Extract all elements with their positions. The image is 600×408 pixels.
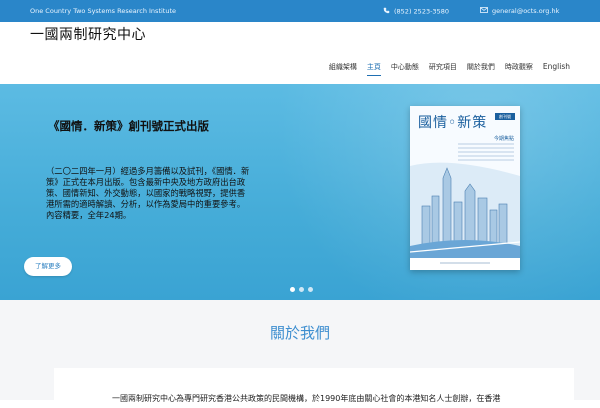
nav-item-research[interactable]: 研究項目 xyxy=(429,62,457,76)
org-english-name: One Country Two Systems Research Institu… xyxy=(30,7,177,15)
nav-item-organization[interactable]: 組織架構 xyxy=(329,62,357,76)
about-title: 關於我們 xyxy=(269,324,330,342)
about-section: 關於我們 一國兩制研究中心為專門研究香港公共政策的民間機構，於1990年底由關心… xyxy=(0,300,600,408)
phone-contact[interactable]: (852) 2523-3580 xyxy=(383,7,449,16)
phone-number: (852) 2523-3580 xyxy=(394,7,449,16)
cover-title: 國情◦新策 xyxy=(418,115,488,131)
hero-title: 《國情．新策》創刊號正式出版 xyxy=(48,119,209,133)
magazine-cover-image: 國情◦新策 創刊號 今期焦點 xyxy=(410,106,520,270)
about-card: 一國兩制研究中心為專門研究香港公共政策的民間機構，於1990年底由關心社會的本港… xyxy=(54,368,574,408)
slider-pagination xyxy=(290,287,313,292)
site-header: 一國兩制研究中心 組織架構 主頁 中心動態 研究項目 關於我們 時政觀察 Eng… xyxy=(0,22,600,84)
hero-slider: 《國情．新策》創刊號正式出版 （二〇二四年一月）經過多月籌備以及試刊，《國情．新… xyxy=(0,84,600,300)
phone-icon xyxy=(383,7,390,16)
slider-dot-1[interactable] xyxy=(290,287,295,292)
nav-item-english[interactable]: English xyxy=(543,62,570,76)
nav-item-news[interactable]: 中心動態 xyxy=(391,62,419,76)
slider-dot-2[interactable] xyxy=(299,287,304,292)
slider-dot-3[interactable] xyxy=(308,287,313,292)
top-info-bar: One Country Two Systems Research Institu… xyxy=(0,0,600,22)
about-text: 一國兩制研究中心為專門研究香港公共政策的民間機構，於1990年底由關心社會的本港… xyxy=(112,394,501,403)
email-address: general@octs.org.hk xyxy=(492,7,560,15)
site-logo[interactable]: 一國兩制研究中心 xyxy=(30,24,146,44)
learn-more-button[interactable]: 了解更多 xyxy=(24,257,72,276)
main-nav: 組織架構 主頁 中心動態 研究項目 關於我們 時政觀察 English xyxy=(329,62,570,76)
nav-item-home[interactable]: 主頁 xyxy=(366,62,381,76)
nav-item-about[interactable]: 關於我們 xyxy=(467,62,495,76)
mail-icon xyxy=(480,7,488,15)
email-contact[interactable]: general@octs.org.hk xyxy=(480,7,559,15)
nav-item-current-affairs[interactable]: 時政觀察 xyxy=(505,62,533,76)
hero-description: （二〇二四年一月）經過多月籌備以及試刊，《國情．新策》正式在本月出版。包含最新中… xyxy=(46,166,250,220)
cover-subtitle: 今期焦點 xyxy=(493,136,514,142)
cover-badge: 創刊號 xyxy=(495,113,515,120)
